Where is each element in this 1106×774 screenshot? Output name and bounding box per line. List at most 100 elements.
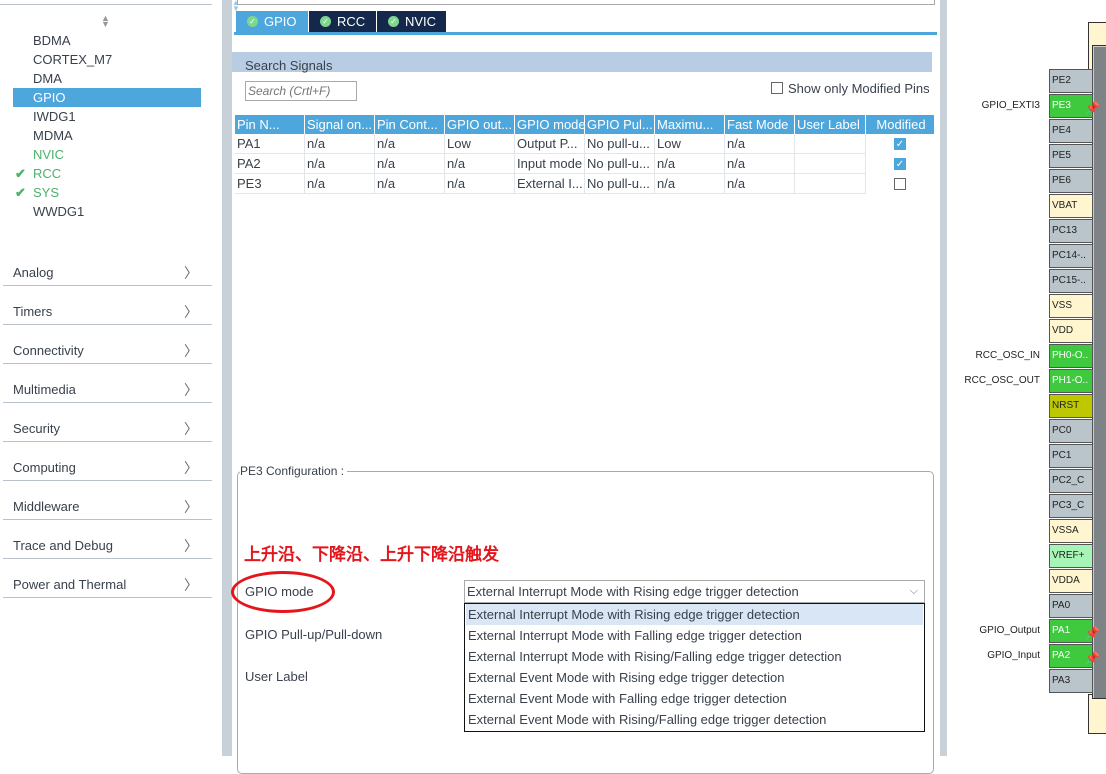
pin-ph0o[interactable]: PH0-O..: [1049, 344, 1093, 368]
peripheral-item-sys[interactable]: ✔ SYS: [13, 183, 201, 202]
dropdown-option[interactable]: External Event Mode with Rising/Falling …: [466, 709, 923, 730]
pin-pe2[interactable]: PE2: [1049, 69, 1093, 93]
chevron-right-icon: 〉: [184, 382, 198, 398]
dropdown-option[interactable]: External Event Mode with Falling edge tr…: [466, 688, 923, 709]
pin-vdda[interactable]: VDDA: [1049, 569, 1093, 593]
column-header[interactable]: User Label: [795, 115, 865, 134]
tab-label: RCC: [337, 14, 366, 29]
pin-vdd[interactable]: VDD: [1049, 319, 1093, 343]
category-timers[interactable]: Timers 〉: [3, 299, 212, 325]
pin-signal-label: GPIO_EXTI3: [981, 100, 1040, 111]
pin-vref[interactable]: VREF+: [1049, 544, 1093, 568]
sort-icon[interactable]: ▲ ▼: [101, 14, 110, 29]
category-security[interactable]: Security 〉: [3, 416, 212, 442]
column-header[interactable]: GPIO out...: [445, 115, 514, 134]
gpio-mode-value: External Interrupt Mode with Rising edge…: [467, 584, 799, 599]
tab-gpio[interactable]: ✓ GPIO: [236, 11, 308, 32]
pin-pe5[interactable]: PE5: [1049, 144, 1093, 168]
peripheral-item-cortex_m7[interactable]: CORTEX_M7: [13, 50, 201, 69]
tab-nvic[interactable]: ✓ NVIC: [377, 11, 446, 32]
table-row[interactable]: [232, 32, 932, 52]
pin-nrst[interactable]: NRST: [1049, 394, 1093, 418]
category-analog[interactable]: Analog 〉: [3, 260, 212, 286]
config-title: PE3 Configuration :: [240, 464, 345, 478]
table-cell: n/a: [725, 154, 795, 174]
peripheral-item-iwdg1[interactable]: IWDG1: [13, 107, 201, 126]
table-cell: Input mode: [515, 154, 585, 174]
column-header[interactable]: Pin N...: [235, 115, 304, 134]
pin-signal-label: RCC_OSC_OUT: [964, 375, 1040, 386]
modified-checkbox[interactable]: ✓: [894, 138, 906, 150]
chevron-down-icon[interactable]: ⌵: [910, 581, 918, 602]
table-cell: n/a: [725, 174, 795, 194]
table-cell: n/a: [305, 174, 375, 194]
pin-pa3[interactable]: PA3: [1049, 669, 1093, 693]
category-power-and-thermal[interactable]: Power and Thermal 〉: [3, 572, 212, 598]
peripheral-item-mdma[interactable]: MDMA: [13, 126, 201, 145]
pin-pc3c[interactable]: PC3_C: [1049, 494, 1093, 518]
column-header[interactable]: GPIO mode: [515, 115, 584, 134]
peripheral-item-rcc[interactable]: ✔ RCC: [13, 164, 201, 183]
peripheral-item-dma[interactable]: DMA: [13, 69, 201, 88]
table-cell: PE3: [235, 174, 305, 194]
tab-label: GPIO: [264, 14, 297, 29]
column-header[interactable]: Modified: [866, 115, 934, 134]
table-row[interactable]: [232, 52, 932, 72]
peripheral-item-wwdg1[interactable]: WWDG1: [13, 202, 201, 221]
dropdown-option[interactable]: External Interrupt Mode with Falling edg…: [466, 625, 923, 646]
table-cell: n/a: [375, 154, 445, 174]
modified-checkbox[interactable]: ✓: [894, 158, 906, 170]
search-input[interactable]: [245, 81, 357, 101]
column-header[interactable]: Fast Mode: [725, 115, 794, 134]
tab-rcc[interactable]: ✓ RCC: [309, 11, 376, 32]
pin-pe4[interactable]: PE4: [1049, 119, 1093, 143]
gpio-mode-select[interactable]: External Interrupt Mode with Rising edge…: [464, 580, 925, 603]
peripheral-item-nvic[interactable]: NVIC: [13, 145, 201, 164]
pin-pc15[interactable]: PC15-..: [1049, 269, 1093, 293]
category-multimedia[interactable]: Multimedia 〉: [3, 377, 212, 403]
category-computing[interactable]: Computing 〉: [3, 455, 212, 481]
pin-pc14[interactable]: PC14-..: [1049, 244, 1093, 268]
category-connectivity[interactable]: Connectivity 〉: [3, 338, 212, 364]
peripheral-label: GPIO: [33, 90, 66, 105]
table-cell: Low: [655, 134, 725, 154]
pin-ph1o[interactable]: PH1-O..: [1049, 369, 1093, 393]
peripheral-label: DMA: [33, 71, 62, 86]
pin-pa0[interactable]: PA0: [1049, 594, 1093, 618]
peripheral-item-gpio[interactable]: GPIO: [13, 88, 201, 107]
column-header[interactable]: Signal on...: [305, 115, 374, 134]
table-cell: PA1: [235, 134, 305, 154]
category-middleware[interactable]: Middleware 〉: [3, 494, 212, 520]
peripheral-label: SYS: [33, 185, 60, 200]
category-label: Multimedia: [13, 382, 76, 397]
pin-pc1[interactable]: PC1: [1049, 444, 1093, 468]
show-modified-checkbox[interactable]: [771, 82, 783, 94]
column-header[interactable]: Maximu...: [655, 115, 724, 134]
pin-pc0[interactable]: PC0: [1049, 419, 1093, 443]
category-label: Middleware: [13, 499, 80, 514]
pushpin-icon: 📌: [1085, 651, 1100, 665]
chevron-right-icon: 〉: [184, 343, 198, 359]
peripheral-label: RCC: [33, 166, 62, 181]
dropdown-option[interactable]: External Event Mode with Rising edge tri…: [466, 667, 923, 688]
splitter[interactable]: [222, 0, 232, 756]
pin-pc13[interactable]: PC13: [1049, 219, 1093, 243]
annotation-ellipse: [231, 571, 335, 613]
peripheral-item-bdma[interactable]: BDMA: [13, 31, 201, 50]
pin-vss[interactable]: VSS: [1049, 294, 1093, 318]
table-cell: n/a: [655, 174, 725, 194]
table-cell: No pull-u...: [585, 154, 655, 174]
pin-pe6[interactable]: PE6: [1049, 169, 1093, 193]
main-panel: ✓ GPIO ✓ RCC ✓ NVIC Search Signals Show only …: [231, 0, 940, 774]
pin-pc2c[interactable]: PC2_C: [1049, 469, 1093, 493]
pin-vbat[interactable]: VBAT: [1049, 194, 1093, 218]
column-header[interactable]: GPIO Pul...: [585, 115, 654, 134]
pin-vssa[interactable]: VSSA: [1049, 519, 1093, 543]
modified-checkbox[interactable]: [894, 178, 906, 190]
chip-bottom-pin: [1088, 694, 1106, 734]
column-header[interactable]: Pin Cont...: [375, 115, 444, 134]
table-cell: No pull-u...: [585, 134, 655, 154]
category-trace-and-debug[interactable]: Trace and Debug 〉: [3, 533, 212, 559]
dropdown-option[interactable]: External Interrupt Mode with Rising/Fall…: [466, 646, 923, 667]
dropdown-option[interactable]: External Interrupt Mode with Rising edge…: [466, 604, 923, 625]
